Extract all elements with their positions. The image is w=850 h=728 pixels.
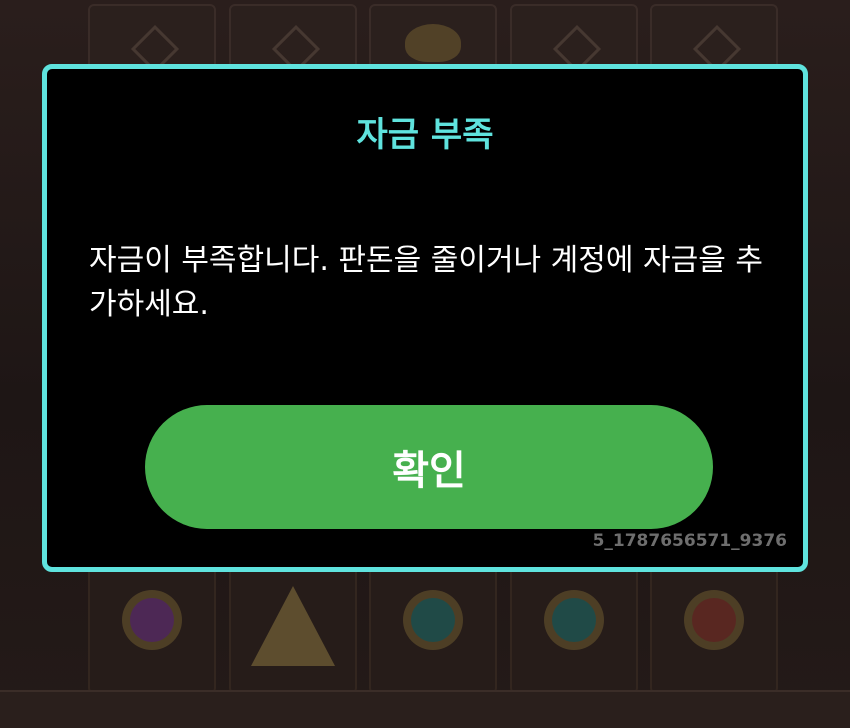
teal-gem-icon bbox=[411, 598, 455, 643]
red-ankh-gem-icon bbox=[692, 598, 736, 643]
board-bottom-strip bbox=[0, 690, 850, 728]
purple-gem-icon bbox=[130, 598, 174, 643]
scarab-icon bbox=[405, 24, 461, 62]
board-tile bbox=[650, 566, 778, 694]
dialog-title: 자금 부족 bbox=[356, 115, 494, 155]
session-id-label: 5_1787656571_9376 bbox=[592, 531, 787, 551]
insufficient-funds-dialog: 자금 부족 자금이 부족합니다. 판돈을 줄이거나 계정에 자금을 추가하세요.… bbox=[42, 64, 808, 572]
board-bottom-row bbox=[88, 566, 778, 706]
teal-gem-icon bbox=[551, 598, 596, 643]
board-tile bbox=[88, 566, 216, 694]
confirm-button[interactable]: 확인 bbox=[145, 405, 713, 529]
board-tile bbox=[509, 566, 638, 694]
dialog-message: 자금이 부족합니다. 판돈을 줄이거나 계정에 자금을 추가하세요. bbox=[89, 243, 763, 322]
board-tile bbox=[228, 566, 357, 694]
pyramid-icon bbox=[250, 586, 335, 666]
board-tile bbox=[369, 566, 497, 694]
